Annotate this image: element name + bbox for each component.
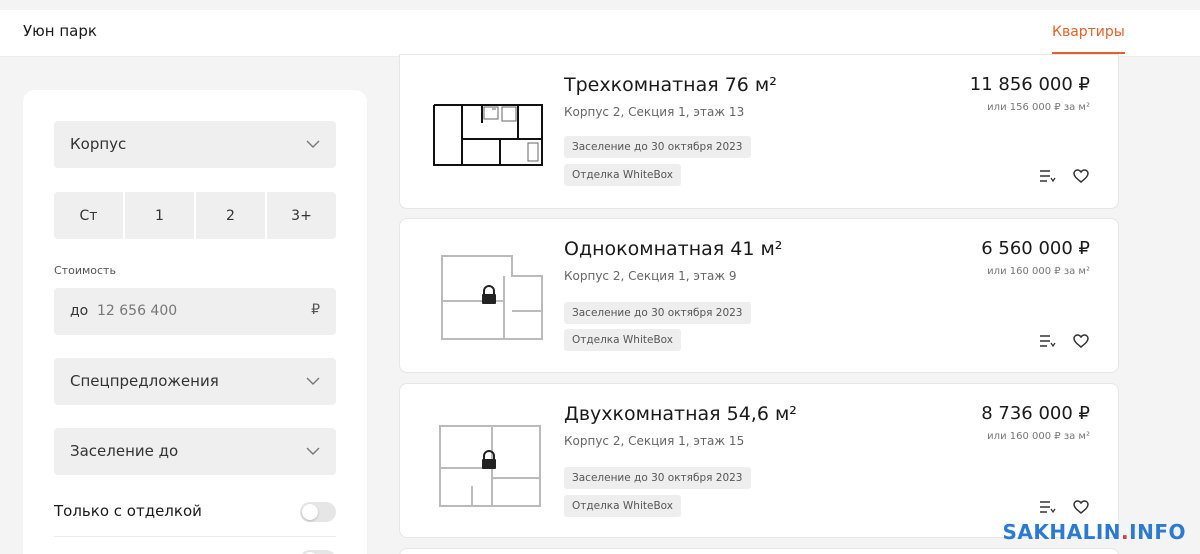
price-per-m2: или 160 000 ₽ за м² bbox=[987, 431, 1090, 442]
compare-list-icon[interactable] bbox=[1038, 167, 1056, 185]
rooms-studio-button[interactable]: Ст bbox=[54, 192, 125, 239]
korpus-select[interactable]: Корпус bbox=[54, 121, 336, 168]
apartment-card[interactable]: Трехкомнатная 76 м² Корпус 2, Секция 1, … bbox=[399, 54, 1119, 209]
apartment-card[interactable] bbox=[399, 548, 1119, 554]
ruble-icon: ₽ bbox=[311, 302, 320, 318]
lock-icon bbox=[482, 450, 496, 469]
apartment-location: Корпус 2, Секция 1, этаж 13 bbox=[564, 105, 745, 119]
top-header: Уюн парк Квартиры bbox=[0, 0, 1200, 57]
apartment-title[interactable]: Трехкомнатная 76 м² bbox=[564, 74, 777, 96]
settle-date-select[interactable]: Заселение до bbox=[54, 428, 336, 475]
price-max-value[interactable]: 12 656 400 bbox=[97, 303, 177, 319]
finish-tag: Отделка WhiteBox bbox=[564, 495, 681, 517]
rooms-2-button[interactable]: 2 bbox=[196, 192, 267, 239]
price-per-m2: или 156 000 ₽ за м² bbox=[987, 102, 1090, 113]
apartment-card[interactable]: Однокомнатная 41 м² Корпус 2, Секция 1, … bbox=[399, 218, 1119, 373]
finish-tag: Отделка WhiteBox bbox=[564, 329, 681, 351]
heart-icon[interactable] bbox=[1072, 167, 1090, 185]
tab-apartments[interactable]: Квартиры bbox=[1052, 24, 1125, 54]
heart-icon[interactable] bbox=[1072, 332, 1090, 350]
apartment-location: Корпус 2, Секция 1, этаж 15 bbox=[564, 434, 745, 448]
watermark-tld: INFO bbox=[1129, 520, 1186, 544]
project-name[interactable]: Уюн парк bbox=[23, 22, 97, 40]
apartment-card[interactable]: Двухкомнатная 54,6 м² Корпус 2, Секция 1… bbox=[399, 383, 1119, 538]
special-offers-select[interactable]: Спецпредложения bbox=[54, 358, 336, 405]
second-toggle[interactable] bbox=[300, 550, 336, 554]
watermark-main: SAKHALIN bbox=[1002, 520, 1122, 544]
price-caption: Стоимость bbox=[54, 264, 116, 277]
chevron-down-icon bbox=[306, 377, 320, 385]
apartment-title[interactable]: Однокомнатная 41 м² bbox=[564, 238, 782, 260]
settle-tag: Заселение до 30 октября 2023 bbox=[564, 302, 751, 324]
apartment-location: Корпус 2, Секция 1, этаж 9 bbox=[564, 269, 737, 283]
settle-tag: Заселение до 30 октября 2023 bbox=[564, 136, 751, 158]
floor-plan-image bbox=[433, 104, 543, 166]
finish-toggle-row: Только с отделкой bbox=[54, 500, 336, 526]
settle-tag: Заселение до 30 октября 2023 bbox=[564, 467, 751, 489]
special-offers-label: Спецпредложения bbox=[70, 372, 219, 390]
price-prefix: до bbox=[70, 303, 89, 319]
compare-list-icon[interactable] bbox=[1038, 498, 1056, 516]
compare-list-icon[interactable] bbox=[1038, 332, 1056, 350]
watermark-dot: . bbox=[1121, 520, 1130, 544]
korpus-select-label: Корпус bbox=[70, 135, 127, 153]
finish-toggle[interactable] bbox=[300, 502, 336, 522]
toggle-knob bbox=[302, 504, 318, 520]
filters-divider bbox=[54, 536, 336, 537]
watermark: SAKHALIN.INFO bbox=[1003, 520, 1186, 544]
price-max-input[interactable]: до 12 656 400 ₽ bbox=[54, 288, 336, 335]
apartment-price: 6 560 000 ₽ bbox=[981, 238, 1090, 259]
rooms-3plus-button[interactable]: 3+ bbox=[267, 192, 336, 239]
apartment-price: 8 736 000 ₽ bbox=[981, 403, 1090, 424]
heart-icon[interactable] bbox=[1072, 498, 1090, 516]
filters-panel: Корпус Ст 1 2 3+ Стоимость до 12 656 400… bbox=[23, 90, 367, 554]
rooms-selector: Ст 1 2 3+ bbox=[54, 192, 336, 239]
apartment-price: 11 856 000 ₽ bbox=[969, 74, 1090, 95]
apartment-title[interactable]: Двухкомнатная 54,6 м² bbox=[564, 403, 797, 425]
chevron-down-icon bbox=[306, 447, 320, 455]
chevron-down-icon bbox=[306, 140, 320, 148]
finish-toggle-label: Только с отделкой bbox=[54, 502, 202, 520]
finish-tag: Отделка WhiteBox bbox=[564, 164, 681, 186]
settle-date-label: Заселение до bbox=[70, 442, 179, 460]
lock-icon bbox=[482, 285, 496, 304]
rooms-1-button[interactable]: 1 bbox=[125, 192, 196, 239]
price-per-m2: или 160 000 ₽ за м² bbox=[987, 266, 1090, 277]
